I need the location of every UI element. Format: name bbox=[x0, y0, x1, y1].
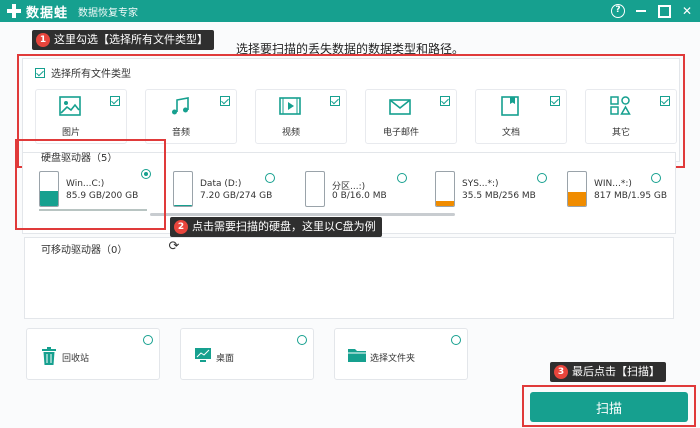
drive-usage-fill bbox=[174, 204, 192, 206]
drive-size: 85.9 GB/200 GB bbox=[66, 191, 139, 201]
drive-selection-bar bbox=[39, 209, 147, 211]
file-type-label: 音频 bbox=[171, 128, 190, 138]
location-choose-folder[interactable]: 选择文件夹 bbox=[334, 328, 468, 380]
drive-usage-fill bbox=[436, 201, 454, 206]
help-icon[interactable]: ? bbox=[611, 4, 625, 18]
drive-usage-fill bbox=[40, 191, 58, 206]
file-type-label: 文档 bbox=[501, 128, 520, 138]
desktop-icon bbox=[193, 347, 213, 365]
instruction-hint: 选择要扫描的丢失数据的数据类型和路径。 bbox=[236, 42, 465, 56]
drive-icon bbox=[305, 171, 325, 207]
location-recycle-bin[interactable]: 回收站 bbox=[26, 328, 160, 380]
location-label: 桌面 bbox=[216, 354, 235, 364]
callout-select-all: 1 这里勾选【选择所有文件类型】 bbox=[32, 30, 214, 50]
checkbox-icon[interactable] bbox=[550, 96, 560, 106]
file-type-audio[interactable]: 音频 bbox=[145, 89, 237, 144]
file-type-image[interactable]: 图片 bbox=[35, 89, 127, 144]
drive-win[interactable]: WIN...*:) 817 MB/1.95 GB bbox=[567, 171, 697, 211]
callout-select-drive: 2 点击需要扫描的硬盘，这里以C盘为例 bbox=[170, 217, 382, 237]
checkbox-icon[interactable] bbox=[35, 67, 45, 78]
file-type-video[interactable]: 视频 bbox=[255, 89, 347, 144]
music-icon bbox=[168, 96, 192, 118]
drive-icon bbox=[39, 171, 59, 207]
callout-number: 2 bbox=[174, 220, 188, 234]
drive-partition[interactable]: 分区...:) 0 B/16.0 MB bbox=[305, 171, 435, 211]
close-icon[interactable]: ✕ bbox=[680, 4, 694, 18]
other-icon bbox=[608, 96, 632, 118]
callout-text: 这里勾选【选择所有文件类型】 bbox=[54, 33, 208, 46]
drive-size: 0 B/16.0 MB bbox=[332, 191, 387, 201]
file-type-label: 电子邮件 bbox=[382, 128, 419, 138]
drive-size: 35.5 MB/256 MB bbox=[462, 191, 536, 201]
file-type-label: 图片 bbox=[61, 128, 80, 138]
drive-d[interactable]: Data (D:) 7.20 GB/274 GB bbox=[173, 171, 303, 211]
callout-text: 点击需要扫描的硬盘，这里以C盘为例 bbox=[192, 220, 376, 233]
drive-icon bbox=[173, 171, 193, 207]
drive-usage-fill bbox=[568, 191, 586, 206]
callout-text: 最后点击【扫描】 bbox=[572, 365, 660, 378]
file-type-email[interactable]: 电子邮件 bbox=[365, 89, 457, 144]
minimize-icon[interactable] bbox=[634, 4, 648, 18]
drive-radio[interactable] bbox=[265, 173, 275, 183]
drive-name: WIN...*:) bbox=[594, 179, 632, 189]
callout-number: 3 bbox=[554, 365, 568, 379]
folder-icon bbox=[347, 347, 367, 365]
checkbox-icon[interactable] bbox=[220, 96, 230, 106]
refresh-icon[interactable]: ⟳ bbox=[167, 240, 181, 254]
drive-icon bbox=[567, 171, 587, 207]
location-radio[interactable] bbox=[297, 335, 307, 345]
drive-icon bbox=[435, 171, 455, 207]
hard-drive-title: 硬盘驱动器（5） bbox=[41, 153, 118, 164]
recycle-bin-icon bbox=[39, 347, 59, 365]
removable-drive-panel: 可移动驱动器（0） ⟳ bbox=[24, 237, 674, 319]
location-label: 选择文件夹 bbox=[370, 354, 416, 364]
checkbox-icon[interactable] bbox=[110, 96, 120, 106]
location-radio[interactable] bbox=[451, 335, 461, 345]
drive-sys[interactable]: SYS...*:) 35.5 MB/256 MB bbox=[435, 171, 565, 211]
app-subtitle: 数据恢复专家 bbox=[78, 7, 139, 19]
drive-radio[interactable] bbox=[397, 173, 407, 183]
drive-scrollbar[interactable] bbox=[150, 213, 455, 216]
drive-size: 7.20 GB/274 GB bbox=[200, 191, 273, 201]
checkbox-icon[interactable] bbox=[330, 96, 340, 106]
app-logo-icon bbox=[6, 3, 22, 19]
maximize-icon[interactable] bbox=[657, 4, 671, 18]
select-all-checkbox[interactable]: 选择所有文件类型 bbox=[35, 65, 131, 80]
drive-name: SYS...*:) bbox=[462, 179, 499, 189]
file-type-other[interactable]: 其它 bbox=[585, 89, 677, 144]
image-icon bbox=[58, 96, 82, 118]
removable-drive-title: 可移动驱动器（0） bbox=[41, 245, 128, 256]
location-desktop[interactable]: 桌面 bbox=[180, 328, 314, 380]
drive-radio[interactable] bbox=[537, 173, 547, 183]
file-type-panel: 选择所有文件类型 图片 音频 视频 电子邮件 文档 其它 bbox=[22, 58, 680, 162]
document-icon bbox=[498, 96, 522, 118]
window-controls: ? ✕ bbox=[611, 0, 694, 22]
drive-size: 817 MB/1.95 GB bbox=[594, 191, 668, 201]
file-type-label: 其它 bbox=[611, 128, 630, 138]
checkbox-icon[interactable] bbox=[660, 96, 670, 106]
main-content: 1 这里勾选【选择所有文件类型】 选择要扫描的丢失数据的数据类型和路径。 选择所… bbox=[0, 22, 700, 428]
title-bar: 数据蛙 数据恢复专家 ? ✕ bbox=[0, 0, 700, 22]
file-type-label: 视频 bbox=[281, 128, 300, 138]
location-label: 回收站 bbox=[62, 354, 90, 364]
drive-radio[interactable] bbox=[141, 169, 151, 179]
drive-name: Data (D:) bbox=[200, 179, 242, 189]
select-all-label: 选择所有文件类型 bbox=[51, 69, 131, 80]
scan-button[interactable]: 扫描 bbox=[530, 392, 688, 422]
file-type-document[interactable]: 文档 bbox=[475, 89, 567, 144]
drive-c[interactable]: Win...C:) 85.9 GB/200 GB bbox=[39, 169, 169, 211]
location-radio[interactable] bbox=[143, 335, 153, 345]
app-name: 数据蛙 bbox=[26, 5, 69, 21]
drive-radio[interactable] bbox=[651, 173, 661, 183]
callout-scan: 3 最后点击【扫描】 bbox=[550, 362, 666, 382]
callout-number: 1 bbox=[36, 33, 50, 47]
email-icon bbox=[388, 96, 412, 118]
drive-name: Win...C:) bbox=[66, 179, 105, 189]
checkbox-icon[interactable] bbox=[440, 96, 450, 106]
video-icon bbox=[278, 96, 302, 118]
